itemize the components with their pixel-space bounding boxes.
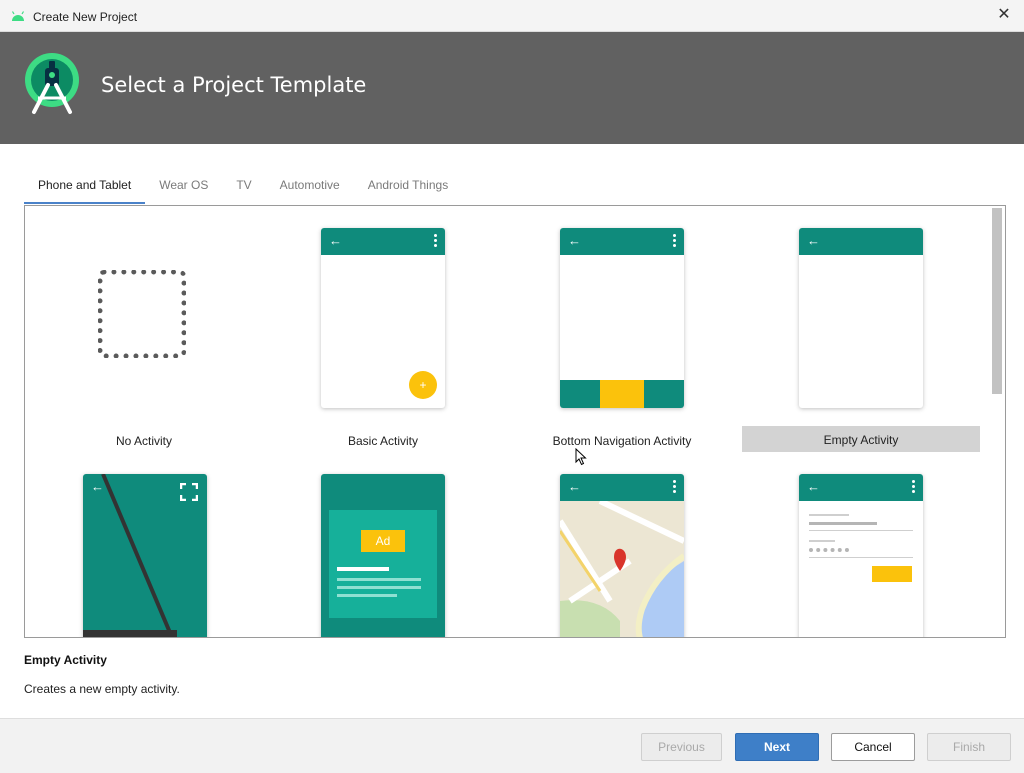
ad-line xyxy=(337,567,389,571)
previous-button[interactable]: Previous xyxy=(641,733,722,761)
login-button-preview xyxy=(872,566,912,582)
mouse-cursor-icon xyxy=(575,448,587,466)
phone-preview: ← xyxy=(83,474,207,637)
window-title: Create New Project xyxy=(33,10,138,24)
password-dots xyxy=(809,548,849,552)
phone-preview: ← xyxy=(560,228,684,408)
app-bar: ← xyxy=(799,228,923,255)
app-bar: ← xyxy=(560,228,684,255)
app-bar: ← xyxy=(560,474,684,501)
overflow-menu-icon xyxy=(912,480,915,494)
login-field-hint xyxy=(809,540,835,542)
next-button[interactable]: Next xyxy=(735,733,819,761)
overflow-menu-icon xyxy=(434,234,437,248)
tab-android-things[interactable]: Android Things xyxy=(354,170,463,204)
bottom-navigation-bar xyxy=(560,380,684,408)
dialog-footer: Previous Next Cancel Finish xyxy=(0,718,1024,773)
phone-preview: ← xyxy=(560,474,684,637)
empty-placeholder-icon xyxy=(98,270,186,358)
back-arrow-icon: ← xyxy=(807,479,820,494)
template-gallery: No Activity ← + Basic Activity ← Bottom … xyxy=(24,205,1006,638)
map-graphic xyxy=(560,501,684,637)
bottom-nav-selected-item xyxy=(600,380,644,408)
back-arrow-icon: ← xyxy=(807,233,820,248)
ad-card: Ad xyxy=(329,510,437,618)
page-title: Select a Project Template xyxy=(101,73,367,97)
app-bar: ← xyxy=(799,474,923,501)
login-field-underline xyxy=(809,557,913,558)
template-bottom-navigation-activity[interactable]: ← Bottom Navigation Activity xyxy=(503,206,741,452)
login-field-hint xyxy=(809,514,849,516)
template-description-title: Empty Activity xyxy=(24,653,107,667)
ad-badge: Ad xyxy=(361,530,405,552)
login-field-underline xyxy=(809,530,913,531)
template-label: Basic Activity xyxy=(347,434,419,448)
back-arrow-icon: ← xyxy=(568,479,581,494)
phone-preview: ← + xyxy=(321,228,445,408)
login-field-value xyxy=(809,522,877,525)
gallery-scrollbar[interactable] xyxy=(990,206,1004,637)
fullscreen-icon xyxy=(180,483,198,501)
title-bar: Create New Project ✕ xyxy=(0,0,1024,32)
template-label: Empty Activity xyxy=(823,433,899,447)
phone-preview: ← xyxy=(799,228,923,408)
scrollbar-thumb[interactable] xyxy=(992,208,1002,394)
template-label: No Activity xyxy=(115,434,172,448)
back-arrow-icon: ← xyxy=(568,233,581,248)
close-icon[interactable]: ✕ xyxy=(996,6,1012,24)
template-fullscreen-activity[interactable]: ← xyxy=(25,452,263,637)
template-label: Bottom Navigation Activity xyxy=(552,434,692,448)
android-studio-logo xyxy=(25,53,79,114)
phone-preview: ← xyxy=(799,474,923,637)
phone-preview: Ad xyxy=(321,474,445,637)
fab-icon: + xyxy=(409,371,437,399)
tab-wear-os[interactable]: Wear OS xyxy=(145,170,222,204)
template-basic-activity[interactable]: ← + Basic Activity xyxy=(264,206,502,452)
cancel-button[interactable]: Cancel xyxy=(831,733,915,761)
finish-button[interactable]: Finish xyxy=(927,733,1011,761)
template-no-activity[interactable]: No Activity xyxy=(25,206,263,452)
template-google-maps-activity[interactable]: ← xyxy=(503,452,741,637)
ad-line xyxy=(337,594,397,597)
tab-tv[interactable]: TV xyxy=(222,170,265,204)
tab-automotive[interactable]: Automotive xyxy=(266,170,354,204)
ad-line xyxy=(337,578,421,581)
android-icon xyxy=(11,11,25,21)
template-admob-activity[interactable]: Ad xyxy=(264,452,502,637)
back-arrow-icon: ← xyxy=(329,233,342,248)
template-login-activity[interactable]: ← xyxy=(742,452,980,637)
header-banner: Select a Project Template xyxy=(0,32,1024,144)
tab-phone-and-tablet[interactable]: Phone and Tablet xyxy=(24,170,146,204)
app-bar: ← xyxy=(321,228,445,255)
template-description-text: Creates a new empty activity. xyxy=(24,682,180,696)
back-arrow-icon: ← xyxy=(91,479,104,494)
ad-line xyxy=(337,586,421,589)
overflow-menu-icon xyxy=(673,480,676,494)
template-tabs: Phone and Tablet Wear OS TV Automotive A… xyxy=(24,170,462,204)
overflow-menu-icon xyxy=(673,234,676,248)
template-empty-activity[interactable]: ← Empty Activity xyxy=(742,206,980,452)
